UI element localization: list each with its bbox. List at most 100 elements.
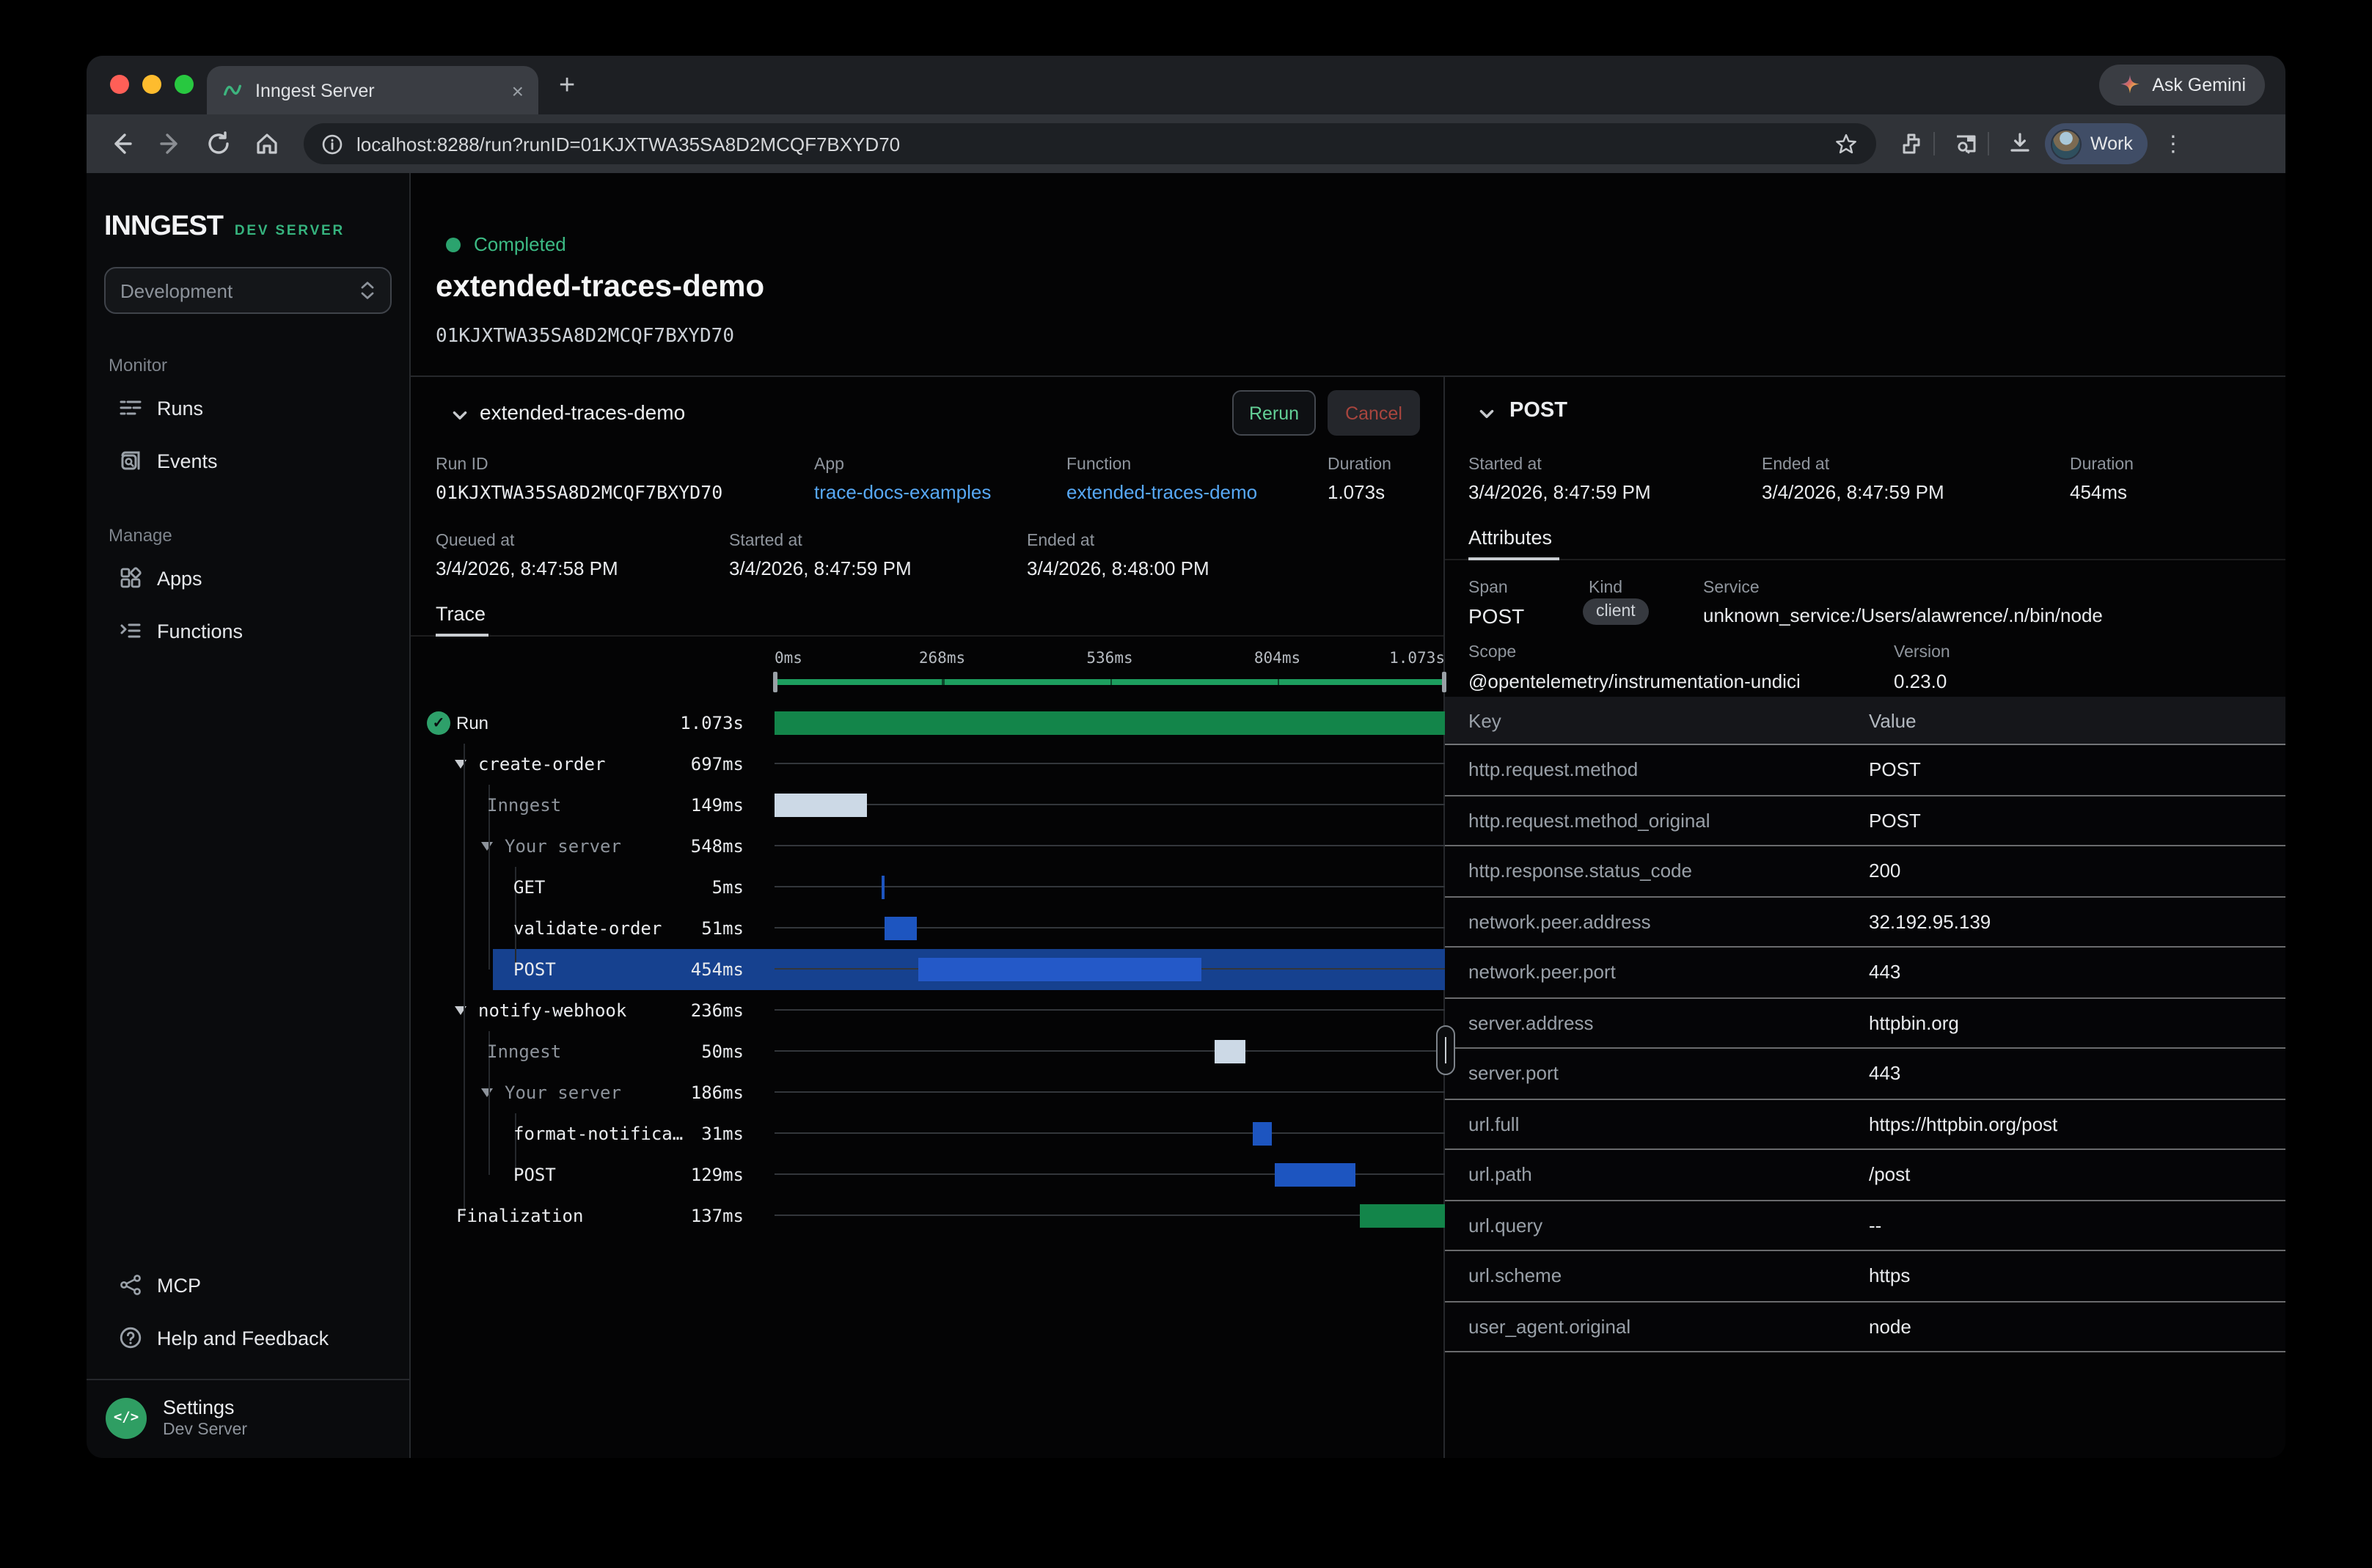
trace-row[interactable]: GET5ms xyxy=(411,867,1445,908)
version-value: 0.23.0 xyxy=(1894,670,1947,692)
home-icon[interactable] xyxy=(254,131,280,157)
span-bar[interactable] xyxy=(1215,1040,1246,1063)
browser-menu-icon[interactable]: ⋮ xyxy=(2162,131,2184,157)
meta-duration: Duration 1.073s xyxy=(1328,456,1391,503)
attribute-row[interactable]: http.response.status_code200 xyxy=(1445,846,2285,897)
span-bar[interactable] xyxy=(775,711,1445,735)
span-duration: 129ms xyxy=(601,1165,744,1185)
reload-icon[interactable] xyxy=(205,131,232,157)
new-tab-button[interactable]: + xyxy=(559,70,575,103)
span-bar[interactable] xyxy=(1253,1122,1272,1146)
help-icon xyxy=(119,1326,142,1349)
traffic-lights[interactable] xyxy=(110,75,194,94)
axis-tick: 1.073s xyxy=(1389,650,1445,667)
sidebar-item-apps[interactable]: Apps xyxy=(87,552,409,604)
trace-row[interactable]: validate-order51ms xyxy=(411,908,1445,949)
browser-tab[interactable]: Inngest Server × xyxy=(207,66,538,114)
attribute-row[interactable]: http.request.method_originalPOST xyxy=(1445,796,2285,846)
span-bar[interactable] xyxy=(1274,1163,1355,1187)
sidebar-item-label: Functions xyxy=(157,620,243,642)
attribute-row[interactable]: server.port443 xyxy=(1445,1049,2285,1099)
trace-row[interactable]: Finalization137ms xyxy=(411,1195,1445,1237)
function-link[interactable]: extended-traces-demo xyxy=(1066,481,1257,503)
span-bar[interactable] xyxy=(885,917,917,940)
tab-trace-underline xyxy=(436,634,488,637)
extensions-icon[interactable] xyxy=(1898,131,1925,157)
attribute-row[interactable]: url.path/post xyxy=(1445,1150,2285,1201)
collapse-chevron-icon[interactable] xyxy=(450,406,469,425)
sidebar-item-runs[interactable]: Runs xyxy=(87,381,409,434)
attribute-key: server.port xyxy=(1445,1063,1869,1085)
tab-trace[interactable]: Trace xyxy=(436,603,486,625)
trace-row[interactable]: format-notifica…31ms xyxy=(411,1113,1445,1154)
forward-icon[interactable] xyxy=(157,131,183,157)
bookmark-star-icon[interactable] xyxy=(1834,131,1859,156)
attribute-key: url.query xyxy=(1445,1215,1869,1237)
span-label: POST xyxy=(513,1165,556,1185)
attribute-row[interactable]: network.peer.address32.192.95.139 xyxy=(1445,897,2285,948)
screenshot-stage: Inngest Server × + Ask Gemini xyxy=(0,0,2372,1568)
collapse-caret-icon[interactable] xyxy=(481,842,493,851)
attribute-row[interactable]: url.query-- xyxy=(1445,1201,2285,1251)
span-label: Span xyxy=(1468,579,1508,597)
toolbar-separator xyxy=(1933,132,1935,155)
span-bar[interactable] xyxy=(882,876,885,899)
sidebar-item-mcp[interactable]: MCP xyxy=(87,1259,409,1311)
timeline-minimap[interactable] xyxy=(775,679,1445,685)
span-title: POST xyxy=(1509,399,1567,422)
download-icon[interactable] xyxy=(2007,131,2033,157)
trace-row[interactable]: ✓Run1.073s xyxy=(411,703,1445,744)
url-bar[interactable]: localhost:8288/run?runID=01KJXTWA35SA8D2… xyxy=(304,123,1876,164)
span-bar[interactable] xyxy=(1359,1204,1445,1228)
zoom-window-button[interactable] xyxy=(175,75,194,94)
sidebar-item-functions[interactable]: Functions xyxy=(87,604,409,657)
main-area: Completed extended-traces-demo 01KJXTWA3… xyxy=(411,173,2285,1458)
trace-row[interactable]: POST 129ms xyxy=(411,1154,1445,1195)
span-label: Inngest xyxy=(487,795,561,816)
search-tabs-icon[interactable] xyxy=(1952,131,1979,157)
site-info-icon[interactable] xyxy=(321,133,343,155)
rerun-button[interactable]: Rerun xyxy=(1232,390,1316,436)
close-window-button[interactable] xyxy=(110,75,129,94)
meta-function: Function extended-traces-demo xyxy=(1066,456,1257,503)
tab-border xyxy=(411,635,1443,637)
trace-row[interactable]: Inngest149ms xyxy=(411,785,1445,826)
attribute-row[interactable]: http.request.methodPOST xyxy=(1445,745,2285,796)
minimize-window-button[interactable] xyxy=(142,75,161,94)
attribute-row[interactable]: server.addresshttpbin.org xyxy=(1445,998,2285,1049)
sidebar-item-help[interactable]: Help and Feedback xyxy=(87,1311,409,1364)
ask-gemini-button[interactable]: Ask Gemini xyxy=(2099,65,2265,106)
minimap-handle-left[interactable] xyxy=(773,672,777,692)
monitor-section-label: Monitor xyxy=(109,355,409,375)
attribute-row[interactable]: user_agent.originalnode xyxy=(1445,1302,2285,1352)
trace-panel-title[interactable]: extended-traces-demo xyxy=(480,400,685,424)
tab-attributes[interactable]: Attributes xyxy=(1468,527,1552,549)
attribute-row[interactable]: url.schemehttps xyxy=(1445,1251,2285,1302)
trace-row[interactable]: create-order697ms xyxy=(411,744,1445,785)
sidebar-item-events[interactable]: Events xyxy=(87,434,409,487)
trace-row[interactable]: Your server186ms xyxy=(411,1072,1445,1113)
axis-tick: 536ms xyxy=(1086,650,1132,667)
tab-border xyxy=(1445,559,2285,560)
trace-row[interactable]: notify-webhook236ms xyxy=(411,990,1445,1031)
tab-close-icon[interactable]: × xyxy=(512,80,524,100)
manage-section-label: Manage xyxy=(109,525,409,546)
collapse-chevron-icon[interactable] xyxy=(1477,405,1496,424)
span-bar[interactable] xyxy=(775,794,868,817)
attribute-key: server.address xyxy=(1445,1012,1869,1034)
sidebar-item-settings[interactable]: </> Settings Dev Server xyxy=(87,1379,409,1458)
cancel-button[interactable]: Cancel xyxy=(1328,390,1420,436)
attribute-row[interactable]: network.peer.port443 xyxy=(1445,948,2285,998)
attribute-row[interactable]: url.fullhttps://httpbin.org/post xyxy=(1445,1099,2285,1150)
app-link[interactable]: trace-docs-examples xyxy=(814,481,991,503)
trace-row[interactable]: POST454ms xyxy=(411,949,1445,990)
environment-select[interactable]: Development xyxy=(104,267,392,314)
panel-resize-handle[interactable] xyxy=(1436,1025,1455,1075)
collapse-caret-icon[interactable] xyxy=(481,1088,493,1097)
back-icon[interactable] xyxy=(109,131,135,157)
mcp-share-icon xyxy=(119,1273,142,1297)
profile-chip[interactable]: Work xyxy=(2045,123,2148,164)
span-bar[interactable] xyxy=(918,958,1202,981)
trace-row[interactable]: Inngest50ms xyxy=(411,1031,1445,1072)
trace-row[interactable]: Your server548ms xyxy=(411,826,1445,867)
